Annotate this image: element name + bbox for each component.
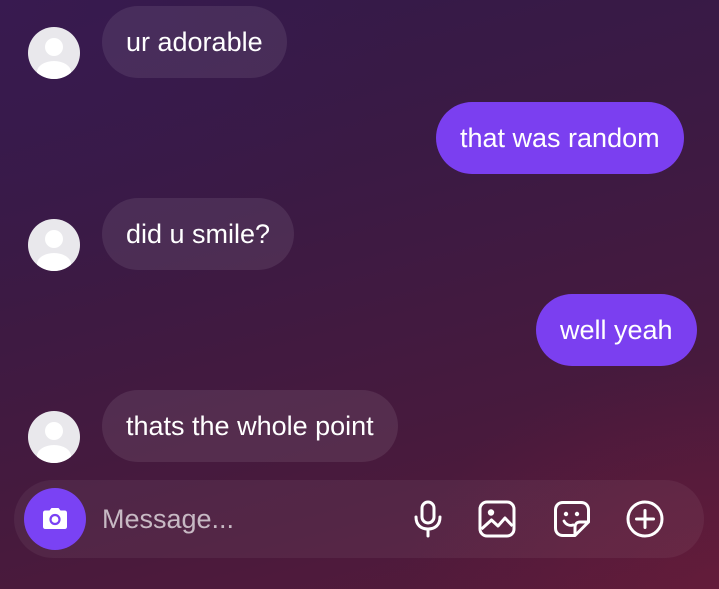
outgoing-message-bubble[interactable]: that was random <box>436 102 684 174</box>
message-input[interactable] <box>102 496 392 542</box>
sticker-icon <box>554 501 590 537</box>
gallery-icon <box>478 500 516 538</box>
camera-button[interactable] <box>24 488 86 550</box>
more-options-button[interactable] <box>623 497 667 541</box>
voice-message-button[interactable] <box>406 497 450 541</box>
sender-avatar[interactable] <box>28 27 80 79</box>
incoming-message-bubble[interactable]: thats the whole point <box>102 390 398 462</box>
sender-avatar[interactable] <box>28 219 80 271</box>
sender-avatar[interactable] <box>28 411 80 463</box>
outgoing-message-bubble[interactable]: well yeah <box>536 294 697 366</box>
message-composer <box>14 480 704 558</box>
microphone-icon <box>414 500 442 538</box>
incoming-message-bubble[interactable]: ur adorable <box>102 6 287 78</box>
incoming-message-bubble[interactable]: did u smile? <box>102 198 295 270</box>
sticker-button[interactable] <box>550 497 594 541</box>
camera-icon <box>43 508 67 529</box>
plus-circle-icon <box>626 500 664 538</box>
gallery-button[interactable] <box>475 497 519 541</box>
